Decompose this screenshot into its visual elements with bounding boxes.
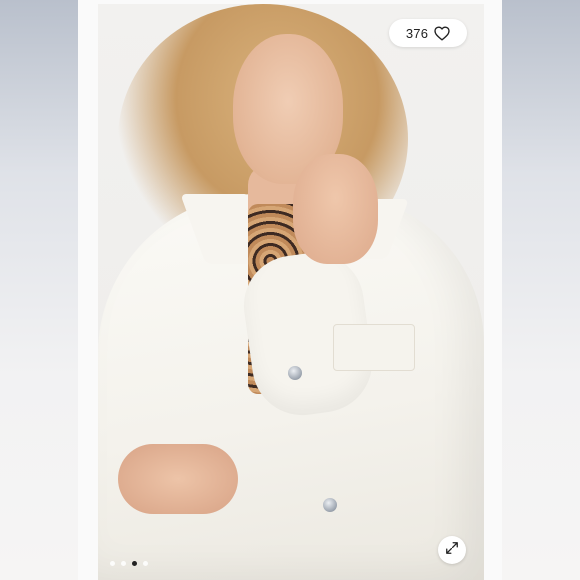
photo-frame [78, 0, 502, 580]
like-count: 376 [405, 25, 429, 41]
carousel-dots [110, 561, 148, 566]
photo-button-shape [323, 498, 337, 512]
photo-pocket-shape [333, 324, 415, 371]
product-photo[interactable] [98, 4, 484, 580]
product-image-viewer: 376 [0, 0, 580, 580]
photo-hand-shape [293, 154, 378, 264]
heart-icon [434, 26, 450, 41]
left-backdrop [0, 0, 78, 580]
expand-button[interactable] [438, 536, 466, 564]
photo-button-shape [288, 366, 302, 380]
carousel-dot[interactable] [121, 561, 126, 566]
carousel-dot-active[interactable] [132, 561, 137, 566]
expand-icon [445, 541, 459, 560]
like-button[interactable]: 376 [389, 19, 467, 47]
carousel-dot[interactable] [143, 561, 148, 566]
right-backdrop [502, 0, 580, 580]
photo-lower-hand-shape [118, 444, 238, 514]
carousel-dot[interactable] [110, 561, 115, 566]
